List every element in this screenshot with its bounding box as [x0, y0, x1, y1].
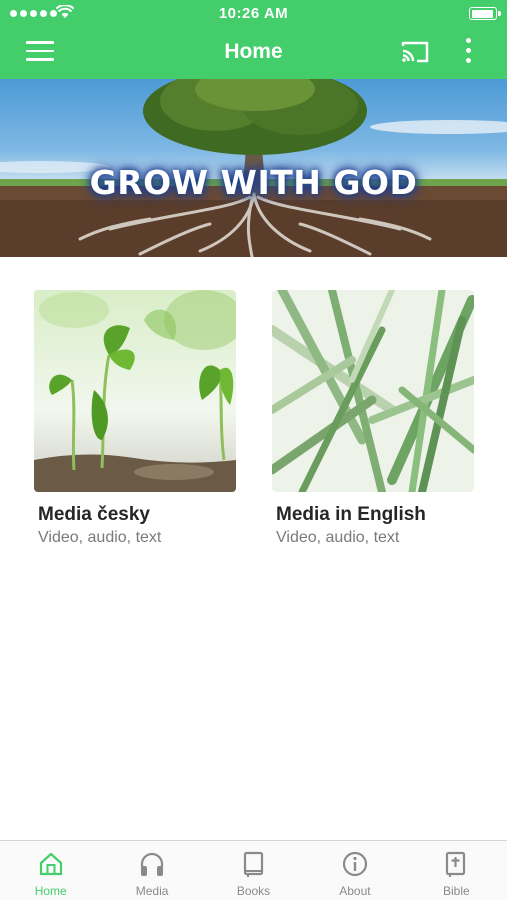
media-card-english[interactable]: Media in English Video, audio, text: [272, 290, 474, 547]
home-icon: [39, 852, 62, 876]
card-subtitle: Video, audio, text: [38, 529, 162, 546]
book-icon: [243, 851, 263, 877]
page-title: Home: [224, 40, 283, 63]
tab-bar: Home Media Books About Bible: [0, 840, 507, 900]
tab-home[interactable]: Home: [0, 841, 101, 900]
status-time: 10:26 AM: [218, 5, 289, 22]
info-icon: [342, 851, 368, 877]
tab-label: Bible: [442, 884, 470, 898]
media-card-czech[interactable]: Media česky Video, audio, text: [34, 290, 236, 547]
banner-title: GROW WITH GOD: [89, 163, 418, 202]
seedling-image: [34, 290, 236, 492]
cast-icon[interactable]: [400, 40, 430, 64]
hero-banner: GROW WITH GOD: [0, 79, 507, 257]
tab-books[interactable]: Books: [203, 841, 304, 900]
tab-about[interactable]: About: [304, 841, 405, 900]
top-bar: 10:26 AM Home: [0, 0, 507, 79]
tab-label: Media: [135, 884, 169, 898]
tab-label: Home: [34, 884, 67, 898]
nav-header: Home: [0, 27, 507, 79]
more-options-button[interactable]: [460, 38, 476, 66]
tab-label: About: [339, 884, 371, 898]
tab-label: Books: [236, 884, 271, 898]
tab-bible[interactable]: Bible: [406, 841, 507, 900]
card-subtitle: Video, audio, text: [276, 529, 400, 546]
status-bar: 10:26 AM: [0, 0, 507, 27]
bible-icon: [446, 851, 466, 877]
menu-button[interactable]: [26, 41, 54, 63]
card-title: Media in English: [276, 504, 426, 525]
card-title: Media česky: [38, 504, 150, 525]
tab-media[interactable]: Media: [101, 841, 202, 900]
battery-icon: [469, 7, 501, 20]
palm-leaves-image: [272, 290, 474, 492]
headphones-icon: [141, 852, 164, 876]
